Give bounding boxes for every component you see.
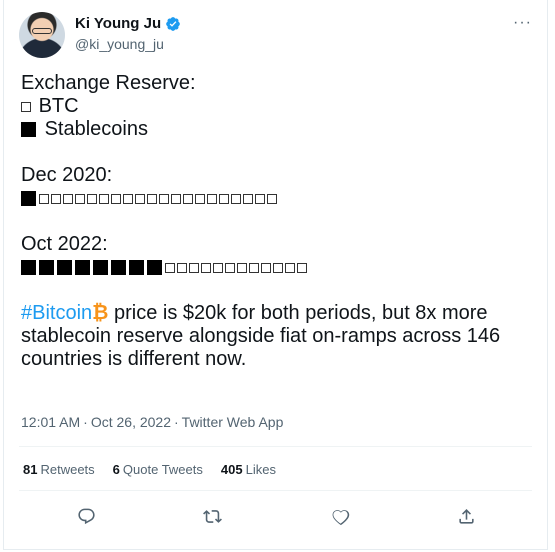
date[interactable]: Oct 26, 2022 [91, 414, 171, 430]
empty-square-icon [51, 193, 61, 204]
oct-2022-squares [21, 256, 527, 279]
oct-2022-label: Oct 2022: [21, 233, 108, 255]
empty-square-icon [165, 262, 175, 273]
filled-square-icon [21, 191, 36, 207]
filled-square-icon [93, 260, 108, 276]
filled-square-icon [57, 260, 72, 276]
time[interactable]: 12:01 AM [21, 414, 80, 430]
tweet-timestamp: 12:01 AM · Oct 26, 2022 · Twitter Web App [21, 414, 284, 430]
empty-square-icon [267, 193, 277, 204]
empty-square-icon [123, 193, 133, 204]
tweet-card: Ki Young Ju @ki_young_ju ··· Exchange Re… [3, 0, 548, 550]
empty-square-icon [243, 193, 253, 204]
empty-square-icon [183, 193, 193, 204]
reply-icon[interactable] [72, 502, 100, 530]
empty-square-icon [213, 262, 223, 273]
bitcoin-icon: ₿ [92, 302, 109, 324]
verified-badge-icon [166, 16, 180, 31]
empty-square-icon [111, 193, 121, 204]
dec-2020-squares [21, 187, 527, 210]
tweet-text: Exchange Reserve: BTC Stablecoins Dec 20… [21, 72, 527, 371]
share-icon[interactable] [452, 502, 480, 530]
empty-square-icon [99, 193, 109, 204]
author-name[interactable]: Ki Young Ju [75, 15, 161, 32]
empty-square-icon [87, 193, 97, 204]
filled-square-icon [21, 260, 36, 276]
heart-icon[interactable] [326, 502, 354, 530]
empty-square-icon [147, 193, 157, 204]
dec-2020-label: Dec 2020: [21, 164, 113, 186]
empty-square-icon [171, 193, 181, 204]
filled-square-icon [147, 260, 162, 276]
source-app[interactable]: Twitter Web App [182, 414, 284, 430]
empty-square-icon [201, 262, 211, 273]
text-line: #Bitcoin₿ price is $20k for both periods… [21, 302, 488, 324]
empty-square-icon [189, 262, 199, 273]
quote-tweets-stat[interactable]: 6 Quote Tweets [113, 462, 203, 477]
avatar[interactable] [19, 12, 65, 58]
empty-square-icon [297, 262, 307, 273]
empty-square-icon [285, 262, 295, 273]
empty-square-icon [261, 262, 271, 273]
retweet-icon[interactable] [198, 502, 226, 530]
empty-square-icon [249, 262, 259, 273]
empty-square-icon [231, 193, 241, 204]
engagement-stats: 81 Retweets 6 Quote Tweets 405 Likes [23, 462, 276, 477]
tweet-actions [4, 502, 547, 530]
empty-square-icon [39, 193, 49, 204]
text-line: countries is different now. [21, 348, 247, 370]
hashtag-bitcoin[interactable]: #Bitcoin [21, 302, 92, 324]
empty-square-icon [21, 101, 31, 112]
empty-square-icon [159, 193, 169, 204]
empty-square-icon [237, 262, 247, 273]
text-line: Exchange Reserve: [21, 72, 196, 94]
filled-square-icon [75, 260, 90, 276]
author-handle[interactable]: @ki_young_ju [75, 36, 164, 52]
empty-square-icon [75, 193, 85, 204]
filled-square-icon [39, 260, 54, 276]
retweets-stat[interactable]: 81 Retweets [23, 462, 95, 477]
filled-square-icon [129, 260, 144, 276]
legend-btc: BTC [21, 95, 527, 118]
author-name-row[interactable]: Ki Young Ju [75, 15, 181, 32]
empty-square-icon [273, 262, 283, 273]
filled-square-icon [21, 122, 36, 138]
text-line: stablecoin reserve alongside fiat on-ram… [21, 325, 501, 347]
legend-stablecoins: Stablecoins [21, 118, 527, 141]
empty-square-icon [63, 193, 73, 204]
likes-stat[interactable]: 405 Likes [221, 462, 276, 477]
empty-square-icon [195, 193, 205, 204]
empty-square-icon [219, 193, 229, 204]
empty-square-icon [135, 193, 145, 204]
more-options-icon[interactable]: ··· [513, 14, 532, 32]
empty-square-icon [255, 193, 265, 204]
empty-square-icon [207, 193, 217, 204]
filled-square-icon [111, 260, 126, 276]
empty-square-icon [225, 262, 235, 273]
tweet-header: Ki Young Ju @ki_young_ju ··· [19, 12, 532, 60]
empty-square-icon [177, 262, 187, 273]
